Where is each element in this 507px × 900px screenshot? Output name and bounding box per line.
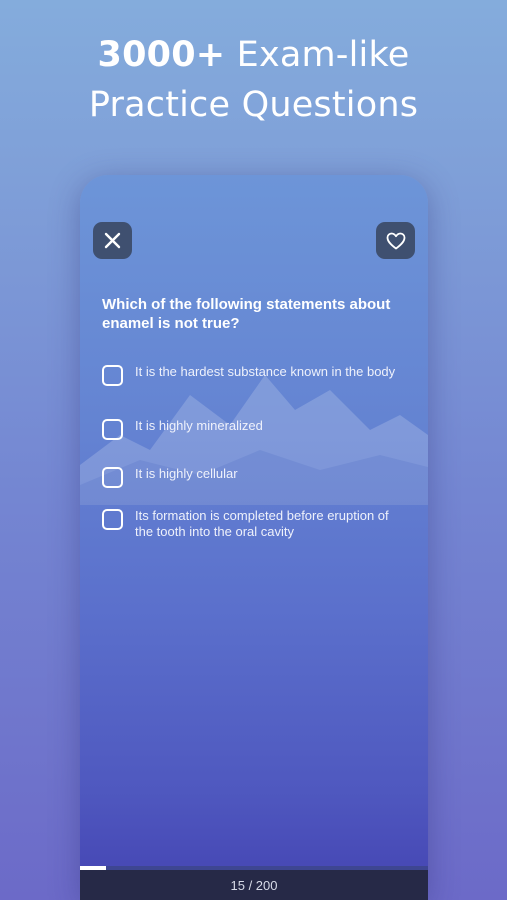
headline-line-1: 3000+ Exam-like: [0, 30, 507, 80]
headline-line-2: Practice Questions: [88, 85, 419, 125]
checkbox-4[interactable]: [102, 509, 123, 530]
headline-bold-count: 3000+: [97, 35, 226, 75]
heart-icon: [386, 232, 405, 249]
checkbox-3[interactable]: [102, 467, 123, 488]
answer-option-4[interactable]: Its formation is completed before erupti…: [102, 508, 402, 540]
bottom-bar: 15 / 200: [80, 870, 428, 900]
answer-option-text: It is highly mineralized: [135, 418, 263, 433]
favorite-button[interactable]: [376, 222, 415, 259]
answer-option-text: It is highly cellular: [135, 466, 238, 481]
answer-option-text: Its formation is completed before erupti…: [135, 508, 389, 539]
checkbox-1[interactable]: [102, 365, 123, 386]
answer-option-1[interactable]: It is the hardest substance known in the…: [102, 364, 402, 386]
phone-screen: Which of the following statements about …: [80, 175, 428, 900]
close-button[interactable]: [93, 222, 132, 259]
question-counter: 15 / 200: [230, 877, 278, 893]
headline-rest: Exam-like: [236, 35, 410, 75]
answer-option-3[interactable]: It is highly cellular: [102, 466, 402, 488]
checkbox-2[interactable]: [102, 419, 123, 440]
close-icon: [104, 232, 121, 249]
answer-option-2[interactable]: It is highly mineralized: [102, 418, 402, 440]
question-text: Which of the following statements about …: [102, 296, 391, 332]
promo-headline: 3000+ Exam-like Practice Questions: [0, 30, 507, 130]
answer-option-text: It is the hardest substance known in the…: [135, 364, 396, 379]
